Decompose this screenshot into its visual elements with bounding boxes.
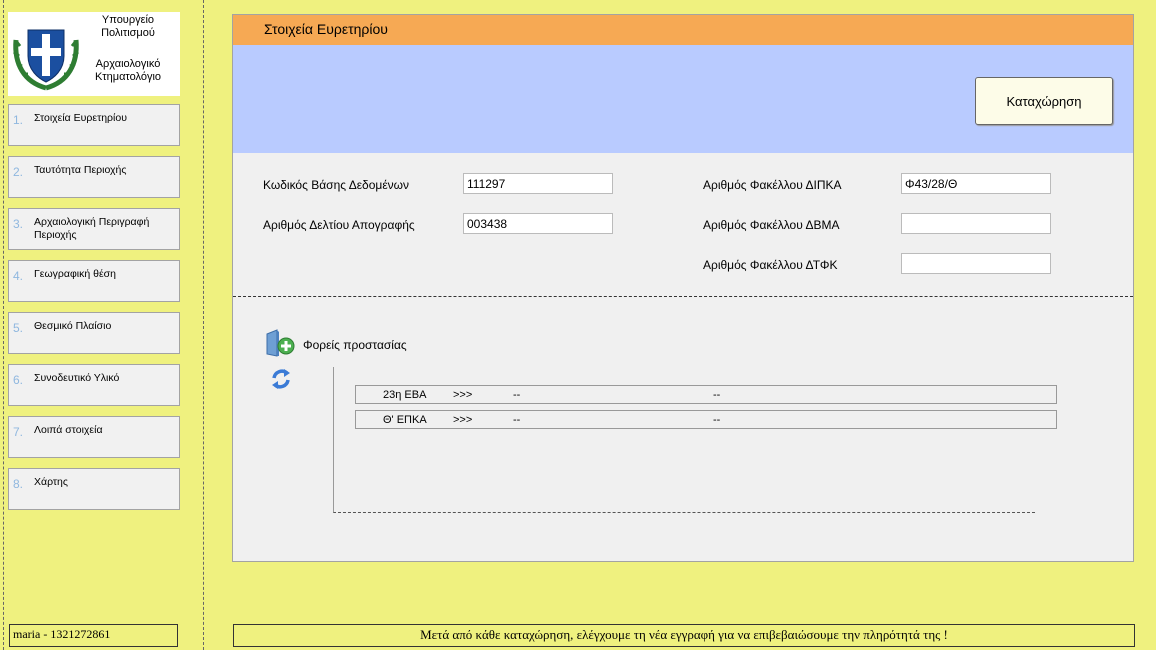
nav-number: 6.: [13, 373, 24, 387]
nav-label: Ταυτότητα Περιοχής: [34, 164, 127, 176]
sidebar-item-map[interactable]: 8. Χάρτης: [8, 468, 180, 510]
row-col1: --: [513, 414, 521, 426]
footer-message: Μετά από κάθε καταχώρηση, ελέγχουμε τη ν…: [233, 624, 1135, 647]
save-button[interactable]: Καταχώρηση: [975, 77, 1113, 125]
inventory-number-field[interactable]: [463, 213, 613, 234]
nav-number: 7.: [13, 425, 24, 439]
db-code-label: Κωδικός Βάσης Δεδομένων: [263, 178, 410, 192]
nav-number: 3.: [13, 217, 24, 231]
sidebar-item-area-identity[interactable]: 2. Ταυτότητα Περιοχής: [8, 156, 180, 198]
row-col2: --: [713, 414, 721, 426]
ministry-line1: Υπουργείο: [101, 14, 155, 26]
nav-label: Θεσμικό Πλαίσιο: [34, 320, 112, 332]
nav-label: Συνοδευτικό Υλικό: [34, 372, 120, 384]
dipka-folder-label: Αριθμός Φακέλλου ΔΙΠΚΑ: [703, 178, 842, 192]
subtitle-line2: Κτηματολόγιο: [94, 71, 162, 83]
dtfk-folder-label: Αριθμός Φακέλλου ΔΤΦΚ: [703, 258, 838, 272]
nav-label: Αρχαιολογική Περιγραφή Περιοχής: [34, 216, 150, 241]
dtfk-folder-field[interactable]: [901, 253, 1051, 274]
list-item[interactable]: 23η ΕΒΑ >>> -- --: [355, 385, 1057, 404]
row-col2: --: [713, 389, 721, 401]
ministry-name: Υπουργείο Πολιτισμού: [80, 14, 176, 40]
sidebar-item-archaeological-description[interactable]: 3. Αρχαιολογική Περιγραφή Περιοχής: [8, 208, 180, 250]
db-code-field[interactable]: [463, 173, 613, 194]
sidebar-item-other-data[interactable]: 7. Λοιπά στοιχεία: [8, 416, 180, 458]
nav-label: Λοιπά στοιχεία: [34, 424, 103, 436]
nav-number: 1.: [13, 113, 24, 127]
ministry-line2: Πολιτισμού: [101, 27, 155, 39]
ministry-logo: Υπουργείο Πολιτισμού Αρχαιολογικό Κτηματ…: [8, 12, 180, 96]
user-info: maria - 1321272861: [9, 624, 178, 647]
row-name: Θ' ΕΠΚΑ: [383, 414, 427, 426]
app-subtitle: Αρχαιολογικό Κτηματολόγιο: [80, 58, 176, 84]
sidebar-separator-line: [203, 0, 204, 650]
row-arrow: >>>: [453, 414, 473, 426]
dipka-folder-field[interactable]: [901, 173, 1051, 194]
nav-label: Χάρτης: [34, 476, 68, 488]
protection-bodies-label: Φορείς προστασίας: [303, 338, 407, 352]
nav-number: 5.: [13, 321, 24, 335]
main-panel: Στοιχεία Ευρετηρίου Καταχώρηση Κωδικός Β…: [232, 14, 1134, 562]
nav-number: 2.: [13, 165, 24, 179]
sidebar-item-institutional-framework[interactable]: 5. Θεσμικό Πλαίσιο: [8, 312, 180, 354]
dvma-folder-label: Αριθμός Φακέλλου ΔΒΜΑ: [703, 218, 840, 232]
nav-label: Στοιχεία Ευρετηρίου: [34, 112, 127, 124]
dvma-folder-field[interactable]: [901, 213, 1051, 234]
row-col1: --: [513, 389, 521, 401]
row-arrow: >>>: [453, 389, 473, 401]
sidebar-item-geographic-location[interactable]: 4. Γεωγραφική θέση: [8, 260, 180, 302]
row-name: 23η ΕΒΑ: [383, 389, 427, 401]
inventory-number-label: Αριθμός Δελτίου Απογραφής: [263, 218, 415, 232]
sidebar-item-accompanying-material[interactable]: 6. Συνοδευτικό Υλικό: [8, 364, 180, 406]
nav-number: 4.: [13, 269, 24, 283]
add-folder-icon[interactable]: [265, 328, 297, 358]
nav-label: Γεωγραφική θέση: [34, 268, 116, 280]
subtitle-line1: Αρχαιολογικό: [95, 58, 161, 70]
sidebar-item-index-data[interactable]: 1. Στοιχεία Ευρετηρίου: [8, 104, 180, 146]
refresh-icon[interactable]: [270, 366, 292, 392]
panel-title: Στοιχεία Ευρετηρίου: [233, 15, 1133, 45]
section-divider: [233, 296, 1133, 297]
nav-number: 8.: [13, 477, 24, 491]
greek-emblem-icon: [13, 29, 79, 91]
left-edge-line: [3, 0, 4, 650]
list-item[interactable]: Θ' ΕΠΚΑ >>> -- --: [355, 410, 1057, 429]
